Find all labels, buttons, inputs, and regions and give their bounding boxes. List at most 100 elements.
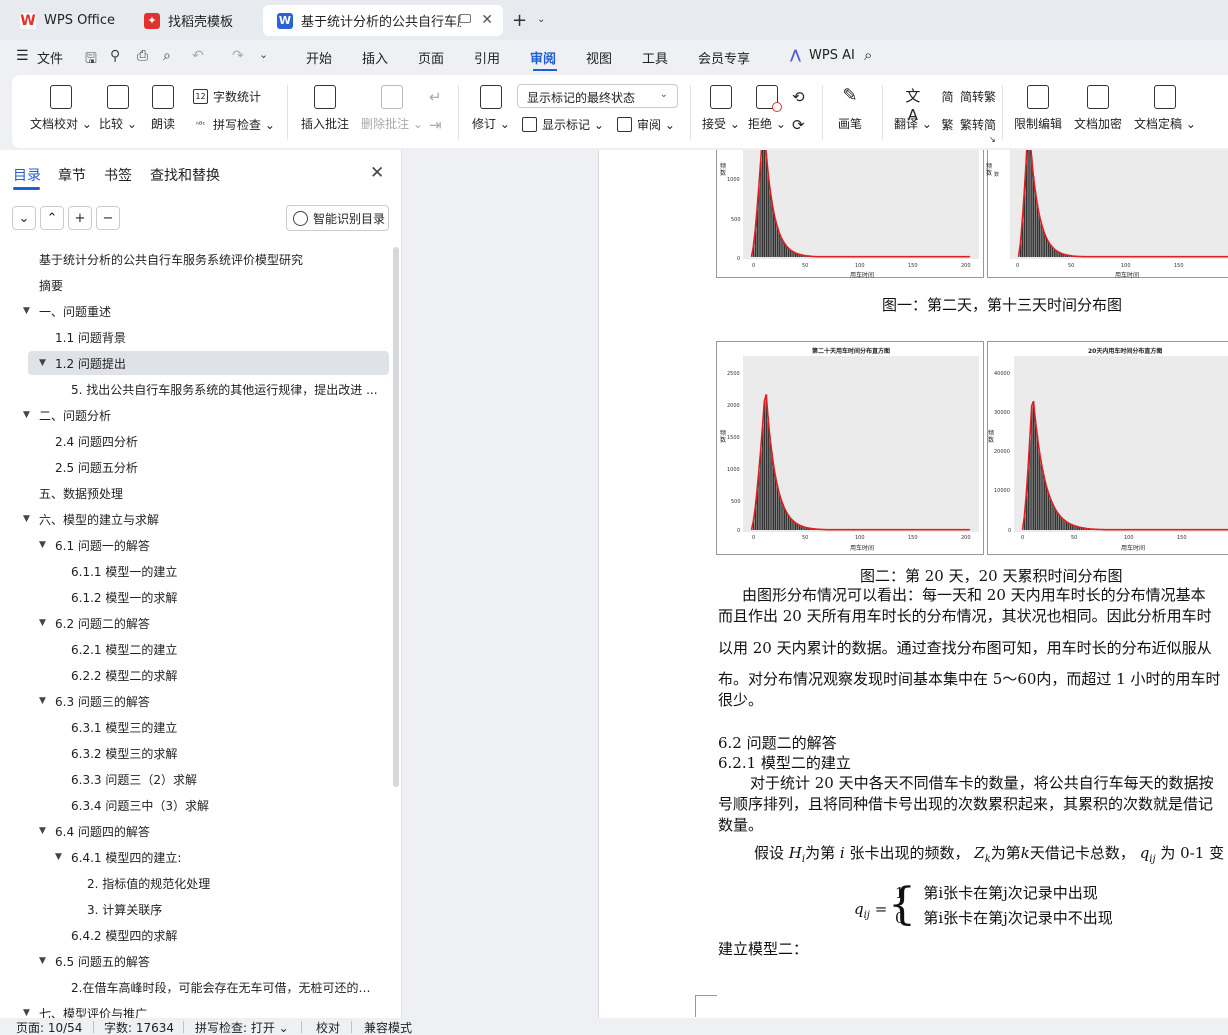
restrict-edit-button[interactable]: 限制编辑 bbox=[1014, 85, 1062, 132]
insert-comment-button[interactable]: 插入批注 bbox=[301, 85, 349, 132]
expand-arrow-icon[interactable]: ▼ bbox=[39, 533, 46, 557]
expand-arrow-icon[interactable]: ▼ bbox=[55, 845, 62, 869]
translate-button[interactable]: 文A 翻译 ⌄ bbox=[894, 85, 932, 132]
expand-icon[interactable]: ⌃ bbox=[40, 206, 64, 230]
read-aloud-button[interactable]: 朗读 bbox=[151, 85, 175, 132]
toc-item[interactable]: 六、模型的建立与求解 bbox=[39, 507, 159, 531]
menu-reference[interactable]: 引用 bbox=[474, 48, 500, 67]
redo-icon[interactable]: ↷ bbox=[232, 48, 244, 64]
menu-wps-ai[interactable]: WPS AI bbox=[809, 48, 855, 63]
toc-item[interactable]: 6.3 问题三的解答 bbox=[55, 689, 150, 713]
toc-item[interactable]: 二、问题分析 bbox=[39, 403, 111, 427]
tab-find-replace[interactable]: 查找和替换 bbox=[150, 165, 220, 185]
menu-icon[interactable]: ☰ bbox=[16, 48, 29, 64]
status-spell-check[interactable]: 拼写检查: 打开 ⌄ bbox=[195, 1019, 289, 1035]
scrollbar[interactable] bbox=[393, 247, 399, 787]
link-icon[interactable]: ⚲ bbox=[110, 48, 120, 64]
expand-arrow-icon[interactable]: ▼ bbox=[23, 403, 30, 427]
tab-sections[interactable]: 章节 bbox=[58, 165, 86, 185]
toc-item[interactable]: 基于统计分析的公共自行车服务系统评价模型研究 bbox=[39, 247, 303, 271]
show-markup-button[interactable]: 显示标记 ⌄ bbox=[522, 116, 604, 133]
toc-item[interactable]: 6.3.3 问题三（2）求解 bbox=[71, 767, 197, 791]
expand-arrow-icon[interactable]: ▼ bbox=[23, 299, 30, 323]
trad-to-simp-button[interactable]: 繁 繁转简 bbox=[940, 116, 996, 133]
chevron-down-icon[interactable]: ⌄ bbox=[259, 48, 268, 61]
menu-home[interactable]: 开始 bbox=[306, 48, 332, 67]
doc-encrypt-button[interactable]: 文档加密 bbox=[1074, 85, 1122, 132]
menu-insert[interactable]: 插入 bbox=[362, 48, 388, 67]
status-word-count[interactable]: 字数: 17634 bbox=[104, 1019, 174, 1035]
pen-button[interactable]: ✎ 画笔 bbox=[838, 85, 862, 132]
save-icon[interactable]: 🖫 bbox=[85, 48, 97, 72]
toc-item[interactable]: 一、问题重述 bbox=[39, 299, 111, 323]
spell-check-button[interactable]: ᴬᴮᶜ 拼写检查 ⌄ bbox=[193, 116, 275, 133]
toc-item[interactable]: 6.3.4 问题三中（3）求解 bbox=[71, 793, 209, 817]
toc-item[interactable]: 6.3.2 模型三的求解 bbox=[71, 741, 177, 765]
toc-item[interactable]: 6.1.1 模型一的建立 bbox=[71, 559, 177, 583]
smart-toc-button[interactable]: 智能识别目录 bbox=[286, 205, 389, 231]
toc-item[interactable]: 6.2.1 模型二的建立 bbox=[71, 637, 177, 661]
delete-comment-button[interactable]: 删除批注 ⌄ bbox=[361, 85, 423, 132]
next-comment-icon[interactable]: ⇥ bbox=[429, 116, 442, 134]
toc-item[interactable]: 6.3.1 模型三的建立 bbox=[71, 715, 177, 739]
expand-arrow-icon[interactable]: ▼ bbox=[23, 507, 30, 531]
tab-toc[interactable]: 目录 bbox=[13, 165, 41, 185]
toc-item[interactable]: 3. 计算关联序 bbox=[87, 897, 162, 921]
compare-button[interactable]: 比较 ⌄ bbox=[99, 85, 137, 132]
prev-comment-icon[interactable]: ↵ bbox=[429, 88, 442, 106]
tab-current-document[interactable]: W 基于统计分析的公共自行车服务 ✕ bbox=[263, 5, 503, 36]
toc-item[interactable]: 6.2.2 模型二的求解 bbox=[71, 663, 177, 687]
print-preview-icon[interactable]: ⌕ bbox=[163, 48, 171, 64]
expand-group-icon[interactable]: ↘ bbox=[989, 135, 996, 144]
markup-state-select[interactable]: 显示标记的最终状态 ⌄ bbox=[517, 84, 678, 108]
collapse-icon[interactable]: ⌄ bbox=[12, 206, 36, 230]
toc-item[interactable]: 6.4 问题四的解答 bbox=[55, 819, 150, 843]
toc-item[interactable]: 1.1 问题背景 bbox=[55, 325, 126, 349]
monitor-icon[interactable] bbox=[459, 14, 471, 23]
menu-review[interactable]: 审阅 bbox=[530, 48, 556, 67]
search-icon[interactable]: ⌕ bbox=[864, 46, 872, 64]
menu-file[interactable]: 文件 bbox=[37, 48, 63, 67]
word-count-button[interactable]: 12 字数统计 bbox=[193, 88, 261, 105]
expand-arrow-icon[interactable]: ▼ bbox=[39, 351, 46, 375]
menu-tools[interactable]: 工具 bbox=[642, 48, 668, 67]
review-pane-button[interactable]: 审阅 ⌄ bbox=[617, 116, 675, 133]
toc-item[interactable]: 1.2 问题提出 bbox=[55, 351, 126, 375]
toc-item[interactable]: 2.4 问题四分析 bbox=[55, 429, 138, 453]
doc-proof-button[interactable]: 文档校对 ⌄ bbox=[30, 85, 92, 132]
document-page[interactable]: 频数 1000 500 0 0 50 100 150 200 用车时间 频数 数… bbox=[598, 150, 1228, 1018]
add-heading-icon[interactable]: + bbox=[68, 206, 92, 230]
status-proof[interactable]: 校对 bbox=[316, 1019, 340, 1035]
remove-heading-icon[interactable]: − bbox=[96, 206, 120, 230]
undo-icon[interactable]: ↶ bbox=[192, 48, 204, 64]
chevron-down-icon[interactable]: ⌄ bbox=[537, 14, 545, 25]
accept-button[interactable]: 接受 ⌄ bbox=[702, 85, 740, 132]
simp-to-trad-button[interactable]: 简 简转繁 bbox=[940, 88, 996, 105]
toc-item[interactable]: 6.1.2 模型一的求解 bbox=[71, 585, 177, 609]
expand-arrow-icon[interactable]: ▼ bbox=[39, 611, 46, 635]
close-tab-icon[interactable]: ✕ bbox=[481, 12, 493, 28]
toc-item[interactable]: 5. 找出公共自行车服务系统的其他运行规律，提出改进 ... bbox=[71, 377, 378, 401]
tab-bookmarks[interactable]: 书签 bbox=[104, 165, 132, 185]
new-tab-icon[interactable]: + bbox=[512, 10, 527, 31]
toc-item[interactable]: 6.5 问题五的解答 bbox=[55, 949, 150, 973]
menu-page[interactable]: 页面 bbox=[418, 48, 444, 67]
toc-item[interactable]: 6.4.2 模型四的求解 bbox=[71, 923, 177, 947]
menu-view[interactable]: 视图 bbox=[586, 48, 612, 67]
prev-change-icon[interactable]: ⟲ bbox=[792, 88, 805, 106]
tab-docer-templates[interactable]: ✦ 找稻壳模板 bbox=[130, 5, 258, 36]
toc-item[interactable]: 摘要 bbox=[39, 273, 63, 297]
doc-finalize-button[interactable]: 文档定稿 ⌄ bbox=[1134, 85, 1196, 132]
toc-item[interactable]: 2.5 问题五分析 bbox=[55, 455, 138, 479]
expand-arrow-icon[interactable]: ▼ bbox=[39, 689, 46, 713]
menu-member[interactable]: 会员专享 bbox=[698, 48, 750, 67]
toc-item[interactable]: 6.1 问题一的解答 bbox=[55, 533, 150, 557]
next-change-icon[interactable]: ⟳ bbox=[792, 116, 805, 134]
toc-item[interactable]: 6.4.1 模型四的建立: bbox=[71, 845, 181, 869]
toc-item[interactable]: 2. 指标值的规范化处理 bbox=[87, 871, 210, 895]
toc-item[interactable]: 2.在借车高峰时段，可能会存在无车可借，无桩可还的情... bbox=[71, 975, 380, 999]
toc-item[interactable]: 6.2 问题二的解答 bbox=[55, 611, 150, 635]
reject-button[interactable]: 拒绝 ⌄ bbox=[748, 85, 786, 132]
expand-arrow-icon[interactable]: ▼ bbox=[39, 819, 46, 843]
status-page[interactable]: 页面: 10/54 bbox=[16, 1019, 82, 1035]
